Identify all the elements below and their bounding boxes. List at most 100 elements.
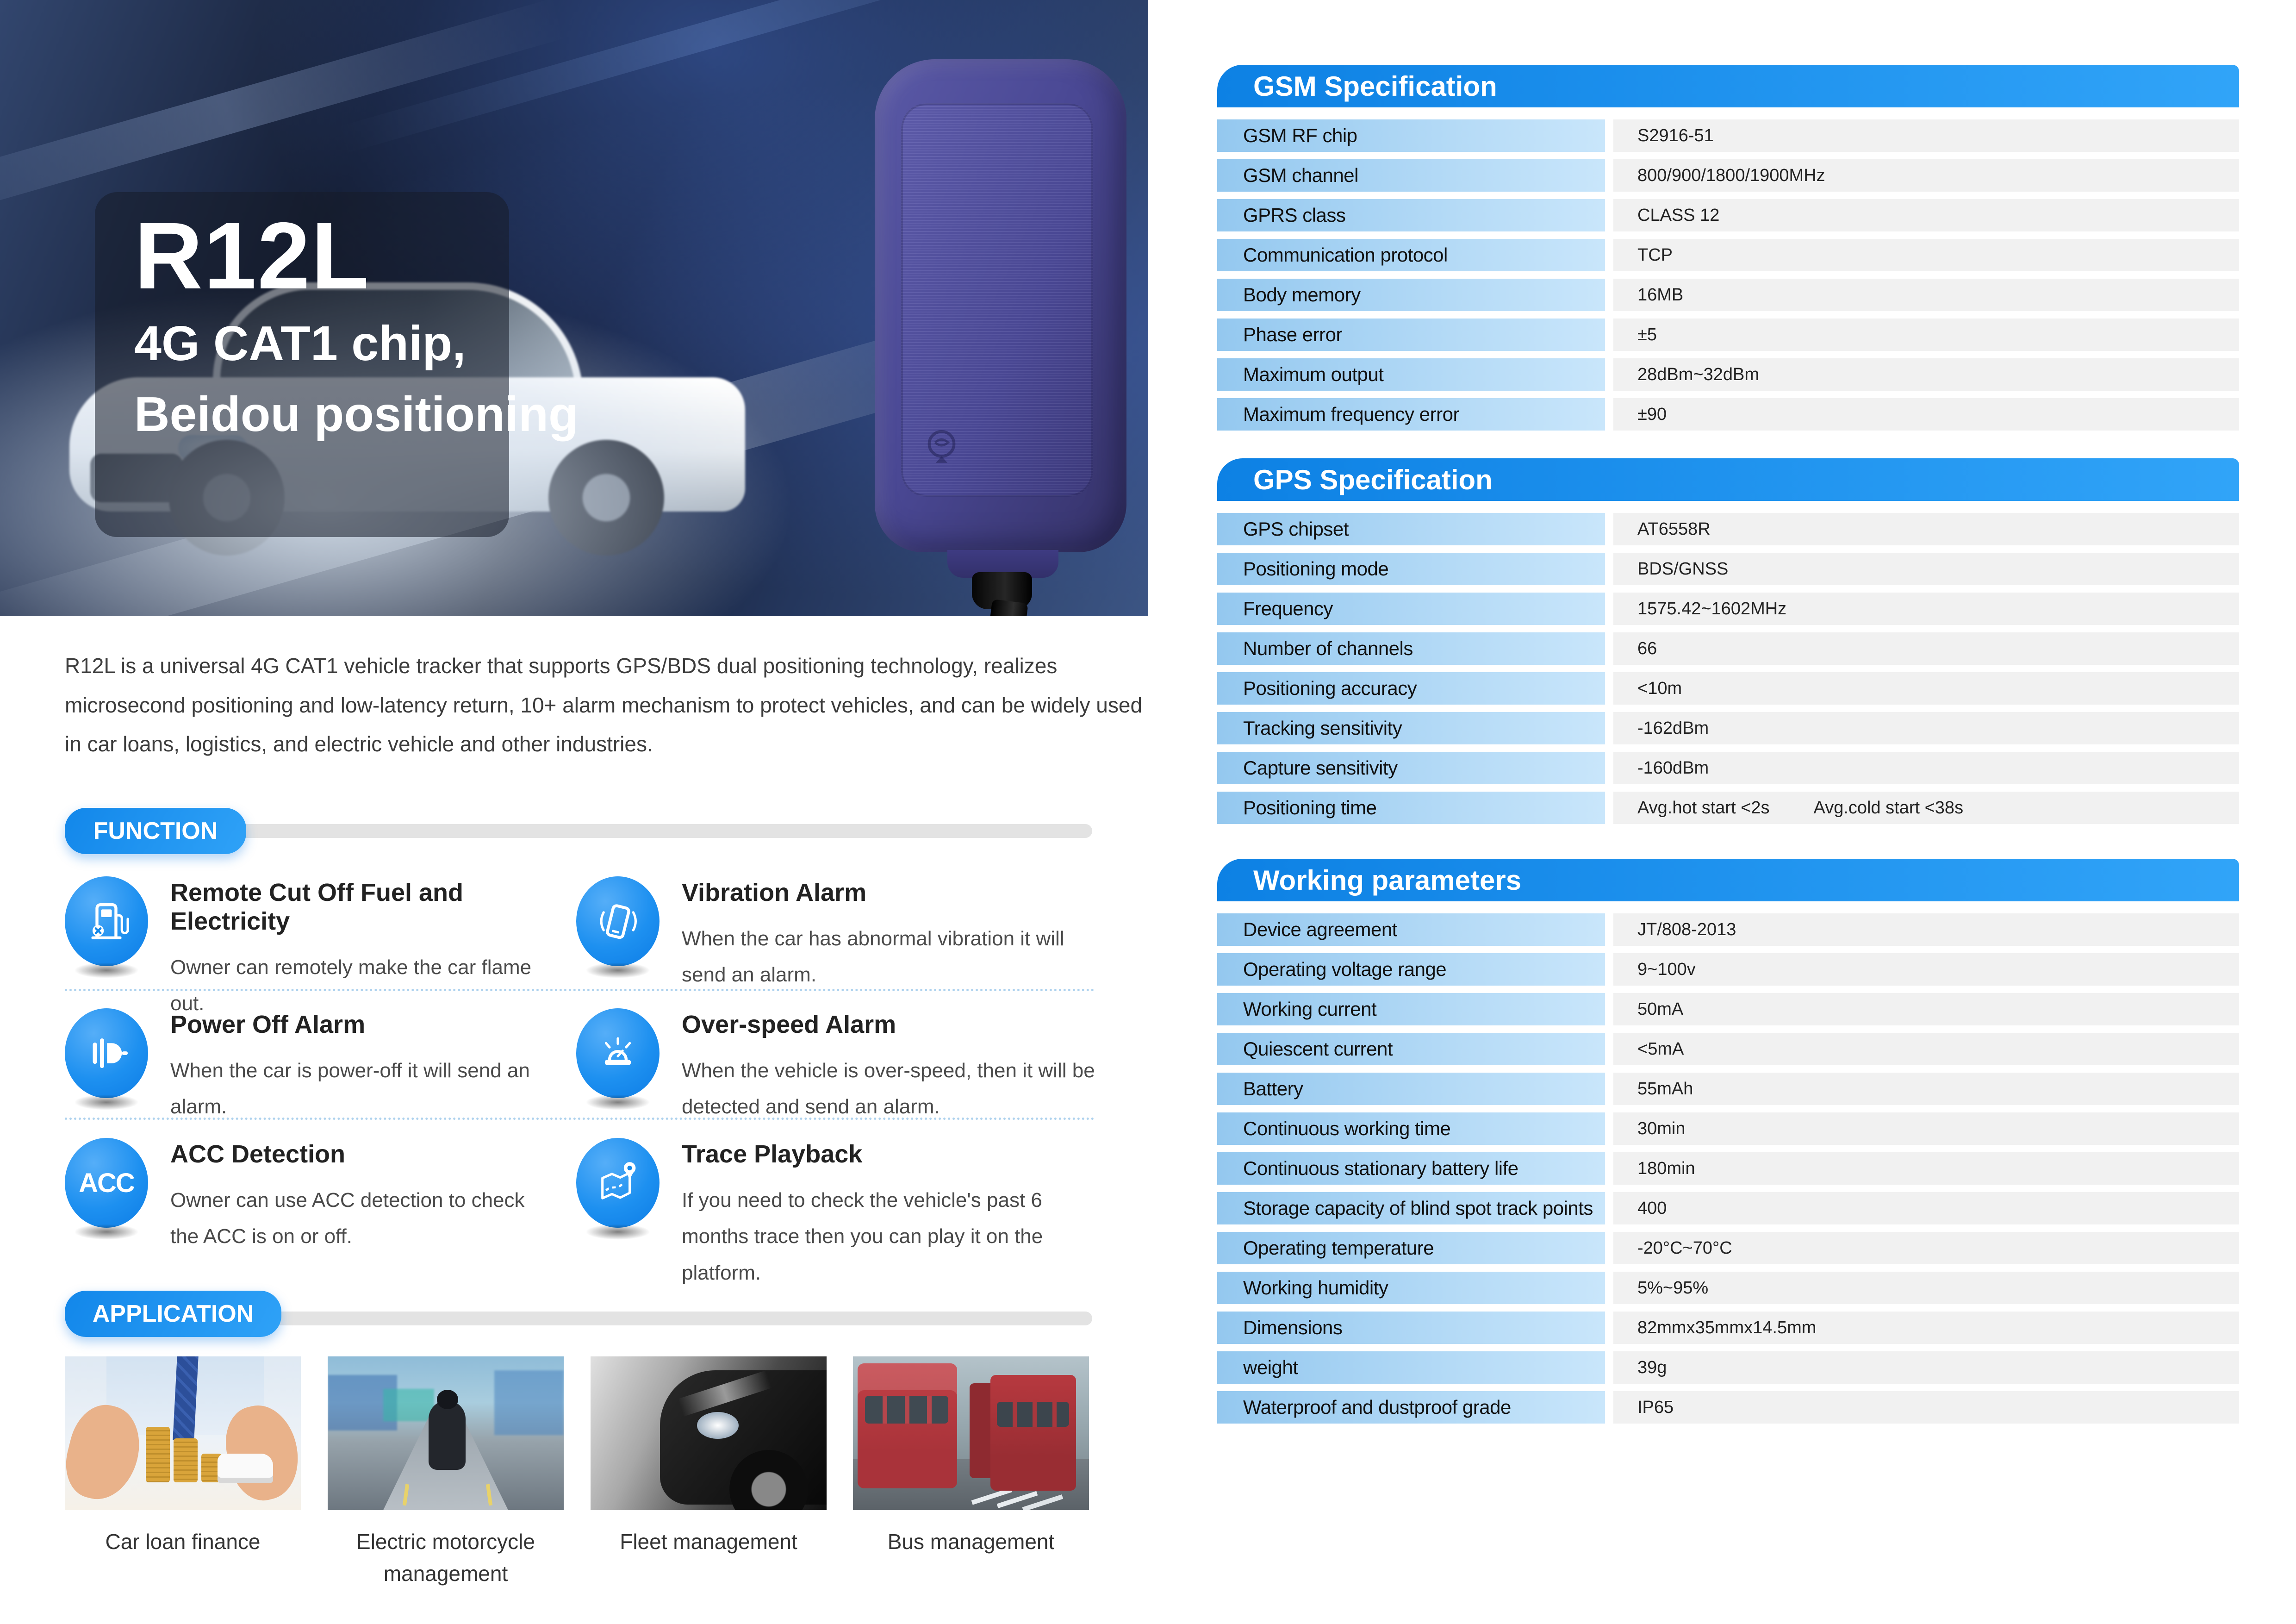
spec-row: Tracking sensitivity-162dBm	[1217, 712, 2239, 744]
power-plug-icon	[65, 1008, 148, 1098]
coin-stack	[174, 1438, 198, 1482]
spec-row: Device agreementJT/808-2013	[1217, 913, 2239, 946]
spec-row: Phase error±5	[1217, 319, 2239, 351]
dotted-separator	[65, 1118, 1095, 1120]
acc-icon-label: ACC	[79, 1168, 134, 1199]
vibration-phone-icon	[576, 876, 660, 966]
spec-label: Body memory	[1217, 279, 1605, 311]
feature-title: Remote Cut Off Fuel and Electricity	[170, 878, 548, 936]
table-title: GSM Specification	[1217, 65, 2239, 107]
spec-value: ±5	[1613, 319, 2239, 351]
gps-specification-table: GPS Specification GPS chipsetAT6558RPosi…	[1217, 458, 2239, 831]
function-divider-bar	[153, 824, 1092, 838]
spec-label: Working current	[1217, 993, 1605, 1025]
spec-label: Continuous working time	[1217, 1112, 1605, 1145]
feature-trace-playback: Trace Playback If you need to check the …	[576, 1138, 1104, 1291]
dotted-separator	[65, 989, 1095, 991]
spec-label: Communication protocol	[1217, 239, 1605, 271]
spec-row: Positioning accuracy<10m	[1217, 672, 2239, 705]
spec-value: <10m	[1613, 672, 2239, 705]
gsm-specification-table: GSM Specification GSM RF chipS2916-51GSM…	[1217, 65, 2239, 438]
spec-value: 400	[1613, 1192, 2239, 1224]
route-pin-icon	[576, 1138, 660, 1228]
spec-value: 50mA	[1613, 993, 2239, 1025]
spec-value: 5%~95%	[1613, 1272, 2239, 1304]
spec-row: GSM channel800/900/1800/1900MHz	[1217, 159, 2239, 192]
car-headlight	[697, 1412, 739, 1439]
rider-helmet	[437, 1390, 458, 1409]
spec-label: Maximum frequency error	[1217, 398, 1605, 431]
spec-row: Positioning timeAvg.hot start <2sAvg.col…	[1217, 792, 2239, 824]
spec-label: Dimensions	[1217, 1312, 1605, 1344]
spec-value: 1575.42~1602MHz	[1613, 593, 2239, 625]
spec-value: 180min	[1613, 1152, 2239, 1185]
blurred-building	[383, 1389, 434, 1421]
hero-text: R12L 4G CAT1 chip, Beidou positioning	[134, 204, 579, 450]
application-section-badge: APPLICATION	[65, 1291, 281, 1337]
bus-windows	[865, 1396, 948, 1424]
spec-row: Working humidity5%~95%	[1217, 1272, 2239, 1304]
spec-row: Battery55mAh	[1217, 1073, 2239, 1105]
application-image-fleet	[591, 1356, 827, 1510]
spec-row: Frequency1575.42~1602MHz	[1217, 593, 2239, 625]
acc-badge-icon: ACC	[65, 1138, 148, 1228]
working-parameters-table: Working parameters Device agreementJT/80…	[1217, 859, 2239, 1431]
spec-value: -162dBm	[1613, 712, 2239, 744]
function-section-badge: FUNCTION	[65, 808, 246, 854]
spec-label: Capture sensitivity	[1217, 752, 1605, 784]
bus-windows	[997, 1402, 1069, 1427]
spec-row: Operating voltage range9~100v	[1217, 953, 2239, 986]
spec-row: Body memory16MB	[1217, 279, 2239, 311]
spec-value: Avg.hot start <2sAvg.cold start <38s	[1613, 792, 2239, 824]
spec-row: Working current50mA	[1217, 993, 2239, 1025]
siren-icon	[576, 1008, 660, 1098]
spec-value: AT6558R	[1613, 513, 2239, 545]
spec-value: -160dBm	[1613, 752, 2239, 784]
motorcycle-rider	[429, 1400, 466, 1470]
feature-description: When the vehicle is over-speed, then it …	[682, 1053, 1104, 1125]
spec-value: 9~100v	[1613, 953, 2239, 986]
spec-value: 16MB	[1613, 279, 2239, 311]
spec-label: Phase error	[1217, 319, 1605, 351]
coin-stack	[146, 1427, 170, 1482]
spec-row: Continuous working time30min	[1217, 1112, 2239, 1145]
spec-row: Capture sensitivity-160dBm	[1217, 752, 2239, 784]
spec-value: TCP	[1613, 239, 2239, 271]
table-rows: GPS chipsetAT6558RPositioning modeBDS/GN…	[1217, 513, 2239, 824]
spec-label: Positioning time	[1217, 792, 1605, 824]
spec-row: Dimensions82mmx35mmx14.5mm	[1217, 1312, 2239, 1344]
feature-acc-detection: ACC ACC Detection Owner can use ACC dete…	[65, 1138, 548, 1255]
spec-value: 30min	[1613, 1112, 2239, 1145]
feature-remote-cutoff: Remote Cut Off Fuel and Electricity Owne…	[65, 876, 548, 1022]
spec-row: Maximum frequency error±90	[1217, 398, 2239, 431]
product-subtitle-line1: 4G CAT1 chip,	[134, 308, 579, 380]
spec-value: 800/900/1800/1900MHz	[1613, 159, 2239, 192]
fuel-pump-icon	[65, 876, 148, 966]
spec-label: GPS chipset	[1217, 513, 1605, 545]
tracker-device-photo	[862, 59, 1139, 616]
feature-vibration-alarm: Vibration Alarm When the car has abnorma…	[576, 876, 1104, 993]
product-model: R12L	[134, 204, 579, 308]
spec-value: -20°C~70°C	[1613, 1232, 2239, 1264]
feature-title: Trace Playback	[682, 1140, 1104, 1168]
spec-row: weight39g	[1217, 1351, 2239, 1384]
spec-row: Continuous stationary battery life180min	[1217, 1152, 2239, 1185]
hero-banner: R12L 4G CAT1 chip, Beidou positioning	[0, 0, 1148, 616]
spec-label: Continuous stationary battery life	[1217, 1152, 1605, 1185]
spec-value: BDS/GNSS	[1613, 553, 2239, 585]
spec-row: Operating temperature-20°C~70°C	[1217, 1232, 2239, 1264]
spec-label: Battery	[1217, 1073, 1605, 1105]
spec-label: Maximum output	[1217, 358, 1605, 391]
spec-label: Waterproof and dustproof grade	[1217, 1391, 1605, 1424]
feature-title: ACC Detection	[170, 1140, 548, 1168]
spec-row: Positioning modeBDS/GNSS	[1217, 553, 2239, 585]
spec-label: Positioning mode	[1217, 553, 1605, 585]
brand-pin-logo-icon	[920, 425, 964, 476]
spec-row: Quiescent current<5mA	[1217, 1033, 2239, 1065]
spec-row: Maximum output28dBm~32dBm	[1217, 358, 2239, 391]
feature-description: Owner can use ACC detection to check the…	[170, 1182, 548, 1255]
spec-value: JT/808-2013	[1613, 913, 2239, 946]
table-rows: GSM RF chipS2916-51GSM channel800/900/18…	[1217, 119, 2239, 431]
spec-value: 39g	[1613, 1351, 2239, 1384]
spec-row: Number of channels66	[1217, 632, 2239, 665]
